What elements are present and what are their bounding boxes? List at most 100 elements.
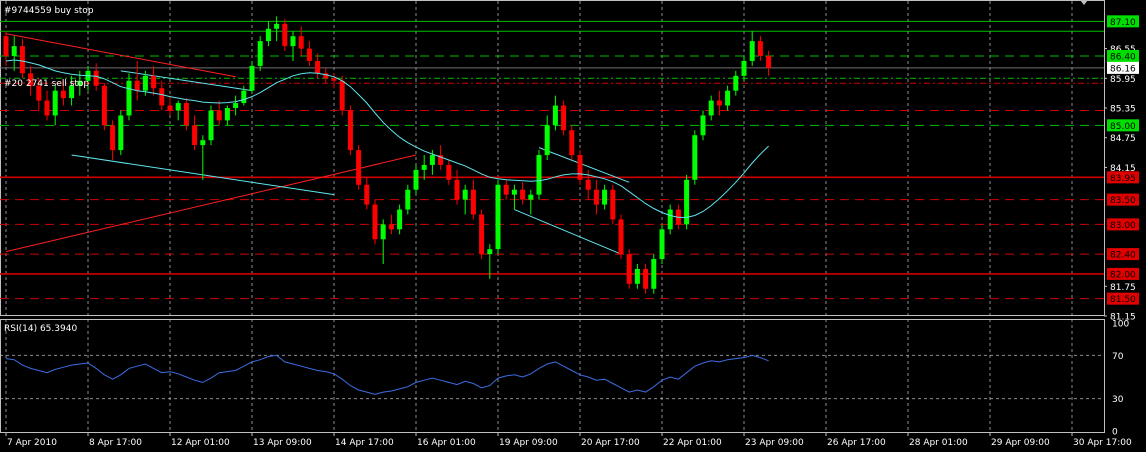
- time-axis-label: 12 Apr 01:00: [171, 438, 230, 448]
- trendline[interactable]: [5, 33, 236, 78]
- price-level-label: 82.40: [1110, 251, 1136, 261]
- candle-body: [331, 78, 337, 81]
- candle-body: [511, 189, 517, 195]
- price-level-label: 85.00: [1110, 122, 1136, 132]
- candle-body: [315, 60, 321, 74]
- candle-body: [142, 75, 148, 91]
- price-tick-label: 84.75: [1110, 134, 1136, 144]
- candle-body: [413, 169, 419, 190]
- candle-body: [126, 80, 132, 116]
- price-tick-label: 85.95: [1110, 75, 1136, 85]
- candle-body: [602, 189, 608, 205]
- trendline[interactable]: [120, 70, 253, 92]
- price-level-label: 83.95: [1110, 174, 1136, 184]
- time-axis-label: 13 Apr 09:00: [253, 438, 312, 448]
- price-tick-label: 81.75: [1110, 283, 1136, 293]
- candle-body: [208, 110, 214, 141]
- candle-body: [233, 103, 239, 108]
- time-axis-label: 26 Apr 17:00: [827, 438, 886, 448]
- candle-body: [561, 105, 567, 131]
- time-axis-label: 8 Apr 17:00: [89, 438, 142, 448]
- candle-body: [536, 155, 542, 195]
- candle-body: [216, 110, 222, 121]
- candle-body: [659, 229, 665, 260]
- trendline[interactable]: [514, 209, 622, 255]
- candle-body: [241, 90, 247, 104]
- price-tick-label: 85.35: [1110, 105, 1136, 115]
- time-axis-label: 7 Apr 2010: [7, 438, 57, 448]
- price-level-label: 83.50: [1110, 196, 1136, 206]
- time-axis-label: 22 Apr 01:00: [663, 438, 722, 448]
- time-axis-label: 23 Apr 09:00: [745, 438, 804, 448]
- rsi-axis-label: 70: [1112, 352, 1124, 362]
- candle-body: [708, 100, 714, 116]
- chart-area[interactable]: 87.1086.5586.4086.1685.9585.3585.0084.75…: [0, 0, 1146, 452]
- candle-body: [577, 155, 583, 180]
- candle-body: [585, 179, 591, 190]
- candle-body: [3, 36, 9, 56]
- candle-body: [298, 36, 304, 49]
- candle-body: [716, 100, 722, 106]
- candle-body: [52, 90, 58, 116]
- time-axis-label: 19 Apr 09:00: [499, 438, 558, 448]
- candle-body: [192, 125, 198, 146]
- candle-body: [634, 268, 640, 284]
- candle-body: [19, 46, 25, 74]
- price-level-label: 87.10: [1110, 18, 1136, 28]
- candle-body: [626, 254, 632, 284]
- price-level-label: 86.40: [1110, 53, 1136, 63]
- candle-body: [249, 65, 255, 91]
- candle-body: [405, 189, 411, 210]
- candle-body: [593, 189, 599, 205]
- chart-shift-marker[interactable]: [1080, 0, 1088, 5]
- candle-body: [503, 184, 509, 195]
- candle-body: [151, 75, 157, 89]
- buy-stop-order-label[interactable]: #9744559 buy stop: [4, 6, 94, 16]
- candle-body: [224, 108, 230, 121]
- candle-body: [700, 115, 706, 136]
- candle-body: [667, 209, 673, 230]
- time-axis-label: 20 Apr 17:00: [581, 438, 640, 448]
- candle-body: [397, 209, 403, 230]
- price-level-label: 83.00: [1110, 221, 1136, 231]
- candle-body: [306, 48, 312, 61]
- candle-body: [11, 46, 17, 56]
- trendline[interactable]: [5, 154, 417, 253]
- sell-stop-order-label[interactable]: #20 2741 sell stop: [4, 79, 89, 89]
- candle-body: [339, 80, 345, 111]
- candle-body: [44, 100, 50, 116]
- candle-body: [290, 36, 296, 47]
- candle-body: [257, 41, 263, 66]
- rsi-indicator-title: RSI(14) 65.3940: [4, 324, 78, 334]
- candle-body: [380, 224, 386, 240]
- candle-body: [93, 70, 99, 86]
- time-axis-label: 30 Apr 17:00: [1073, 438, 1132, 448]
- candle-body: [552, 105, 558, 126]
- candle-body: [60, 90, 66, 99]
- time-axis-label: 16 Apr 01:00: [417, 438, 476, 448]
- candle-body: [618, 219, 624, 255]
- rsi-panel-frame: [0, 319, 1105, 433]
- candle-body: [454, 179, 460, 200]
- candle-body: [495, 184, 501, 250]
- candle-body: [118, 115, 124, 151]
- candle-body: [741, 60, 747, 76]
- candle-body: [167, 105, 173, 111]
- candle-body: [265, 28, 271, 42]
- candle-body: [528, 194, 534, 200]
- candle-body: [356, 150, 362, 185]
- rsi-axis-label: 100: [1112, 320, 1129, 330]
- candle-body: [692, 135, 698, 180]
- candle-body: [757, 41, 763, 56]
- candle-body: [347, 110, 353, 151]
- candle-body: [388, 224, 394, 230]
- candle-body: [372, 204, 378, 240]
- candle-body: [643, 268, 649, 289]
- candle-body: [520, 189, 526, 200]
- candle-body: [651, 259, 657, 289]
- candle-body: [610, 189, 616, 220]
- candle-body: [364, 184, 370, 205]
- candle-body: [733, 75, 739, 91]
- candle-body: [282, 23, 288, 47]
- candle-body: [766, 56, 772, 68]
